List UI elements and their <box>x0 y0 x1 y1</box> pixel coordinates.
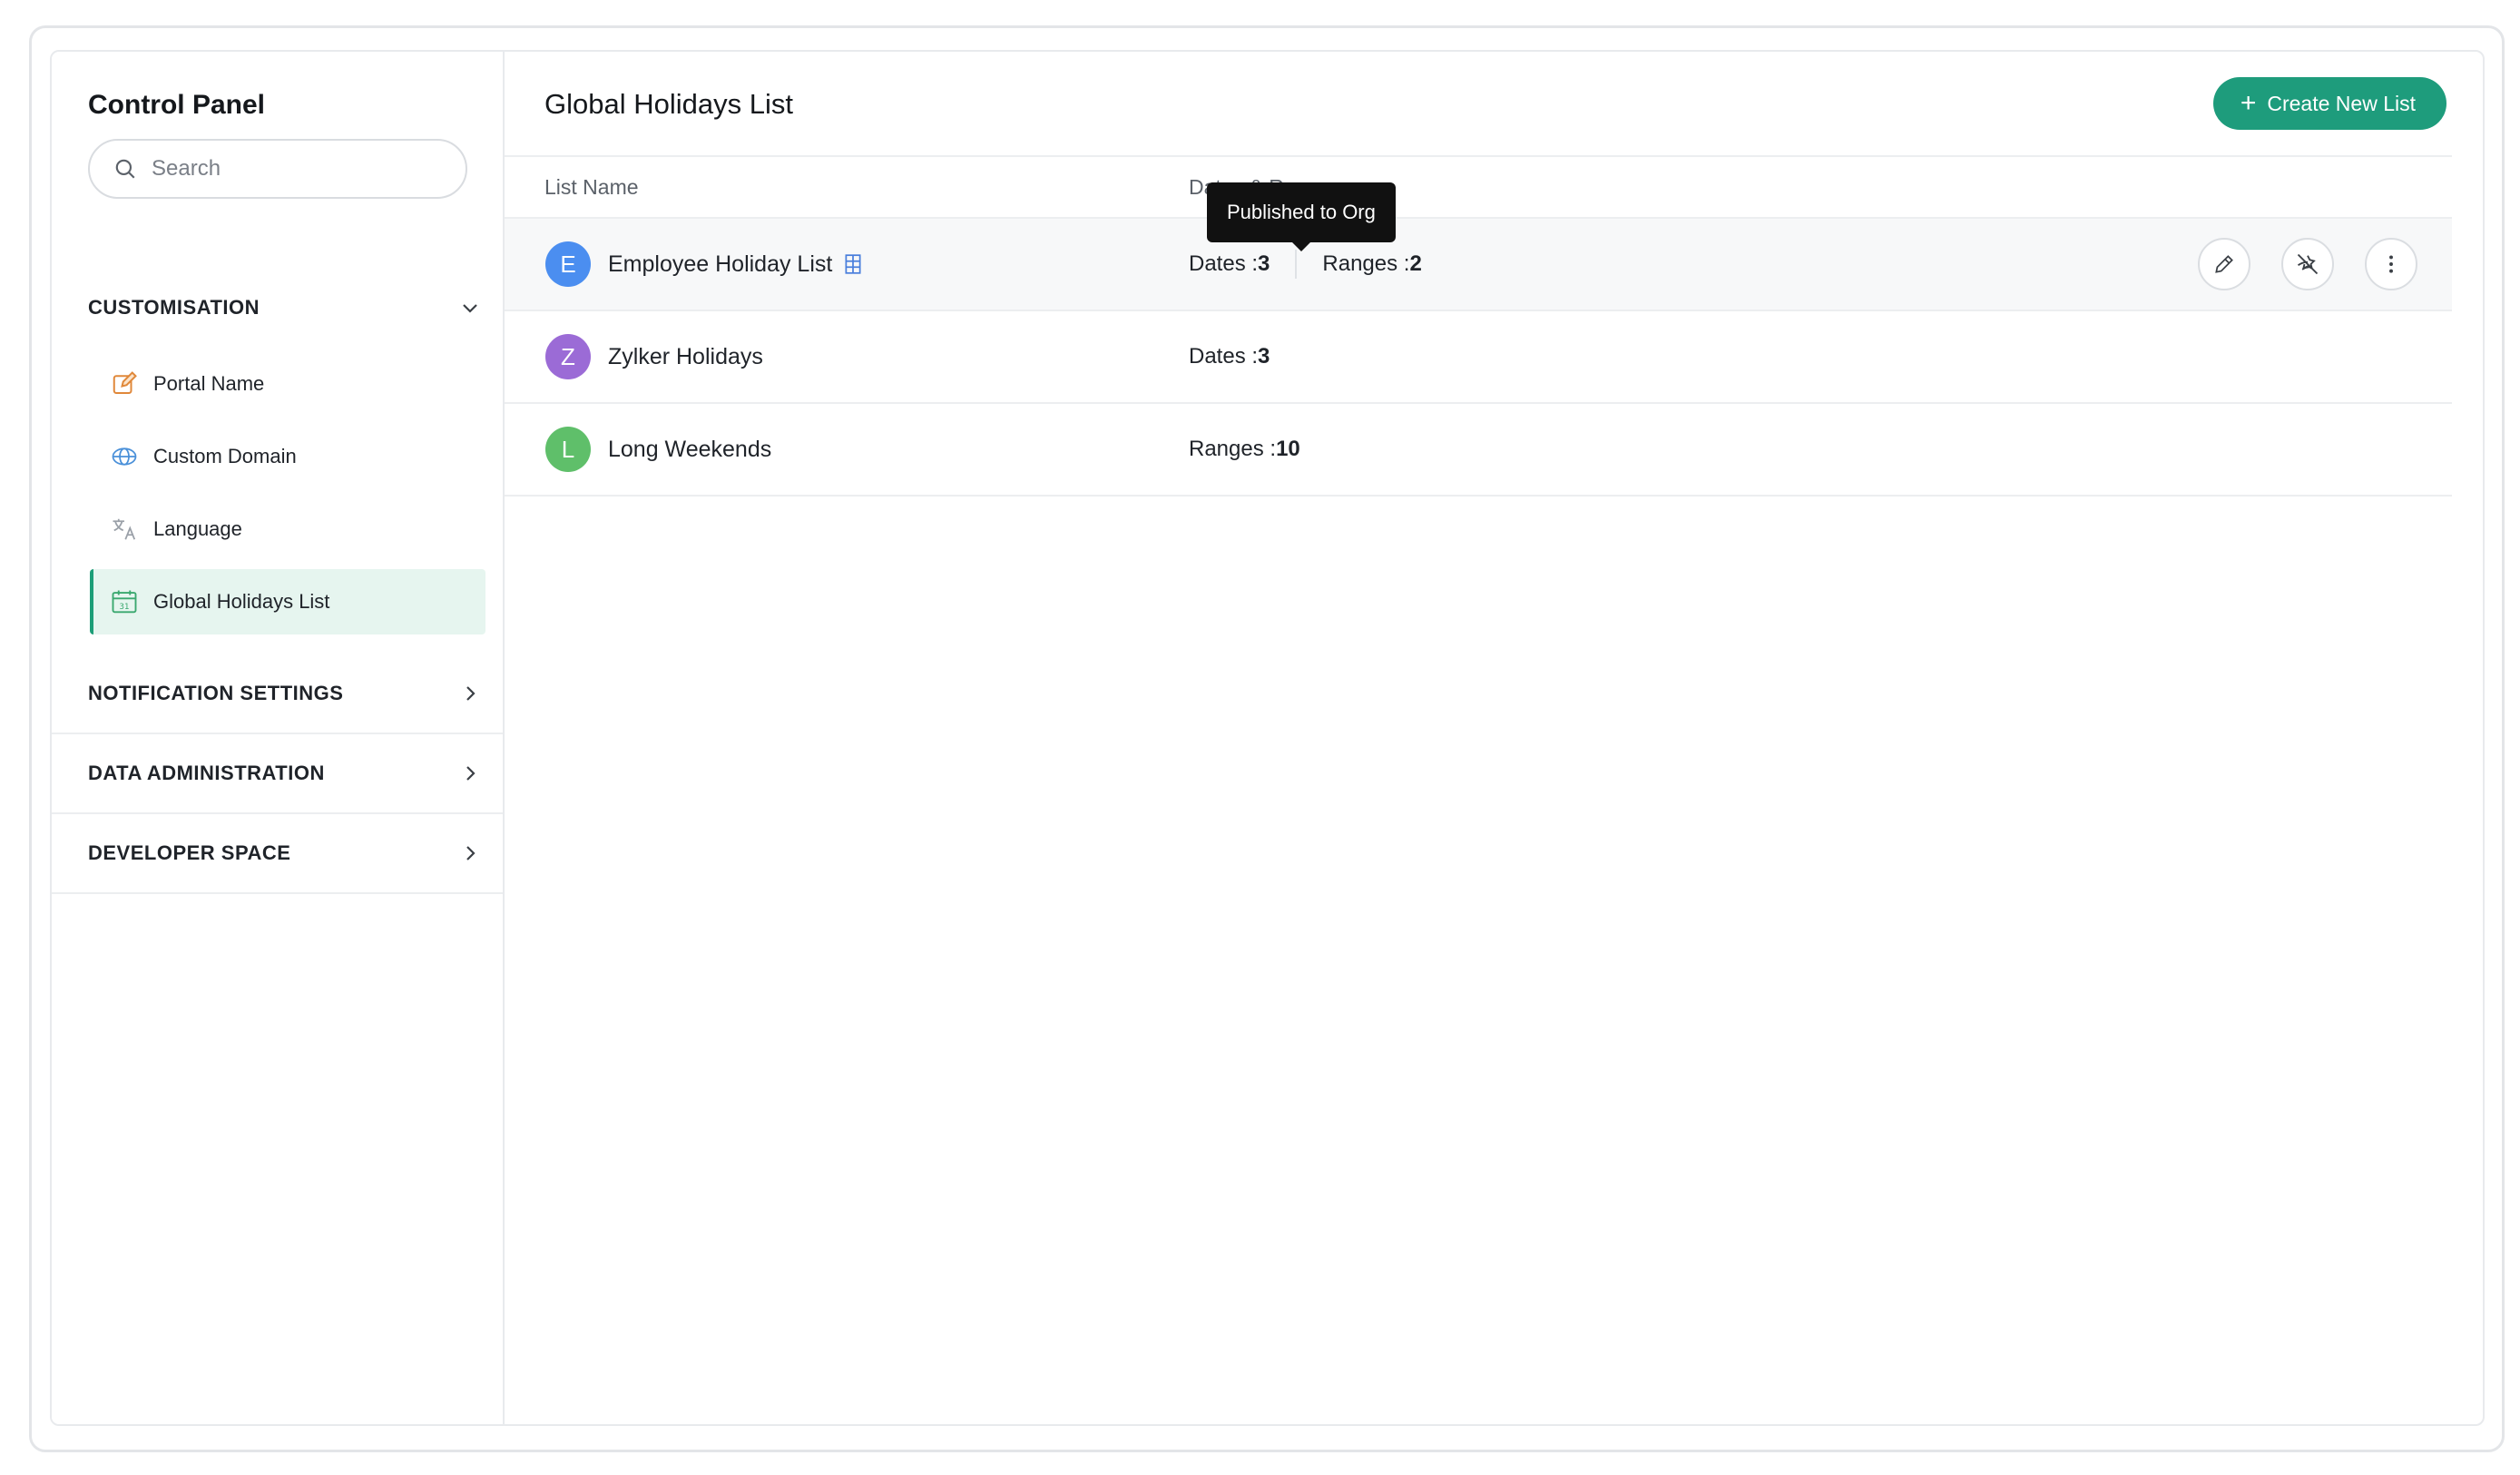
avatar: E <box>545 241 591 287</box>
app-window: Control Panel CUSTOMISATION Portal Name <box>29 25 2505 1452</box>
sidebar-item-label: Global Holidays List <box>153 590 330 613</box>
chevron-right-icon <box>466 686 476 701</box>
dates-value: 3 <box>1258 251 1270 276</box>
chevron-right-icon <box>466 846 476 860</box>
ranges-value: 2 <box>1409 251 1422 276</box>
table-row[interactable]: E Employee Holiday List Dates : 3 Ranges… <box>505 219 2452 311</box>
more-vertical-icon <box>2389 255 2393 273</box>
table-row[interactable]: Z Zylker Holidays Dates : 3 <box>505 311 2452 404</box>
ranges-value: 10 <box>1276 437 1300 461</box>
section-developer-space[interactable]: DEVELOPER SPACE <box>52 814 503 894</box>
building-icon[interactable] <box>843 253 863 275</box>
row-actions <box>2198 238 2417 290</box>
sidebar-item-label: Portal Name <box>153 372 265 395</box>
sidebar-item-portal-name[interactable]: Portal Name <box>90 351 485 417</box>
avatar: Z <box>545 334 591 379</box>
more-options-button[interactable] <box>2365 238 2417 290</box>
dates-label: Dates : <box>1189 344 1259 369</box>
page-title: Global Holidays List <box>544 88 793 120</box>
search-box[interactable] <box>88 139 467 199</box>
section-label: DATA ADMINISTRATION <box>88 762 325 784</box>
control-panel-container: Control Panel CUSTOMISATION Portal Name <box>50 50 2485 1426</box>
chevron-down-icon <box>463 304 477 313</box>
sidebar-item-language[interactable]: Language <box>90 497 485 562</box>
sidebar-item-global-holidays-list[interactable]: 31 Global Holidays List <box>90 569 485 634</box>
main-content: Global Holidays List + Create New List L… <box>505 52 2483 1424</box>
list-name: Employee Holiday List <box>608 251 863 278</box>
table-header: List Name Dates & Ranges <box>505 155 2452 219</box>
list-name: Long Weekends <box>608 437 771 463</box>
pencil-icon <box>2215 255 2233 273</box>
dates-ranges: Dates : 3 <box>1189 344 1270 369</box>
search-icon <box>115 159 135 179</box>
create-new-list-button[interactable]: + Create New List <box>2212 77 2446 130</box>
translate-icon <box>110 515 139 544</box>
globe-icon <box>110 442 139 471</box>
section-label: CUSTOMISATION <box>88 296 260 319</box>
edit-square-icon <box>110 369 139 398</box>
list-name: Zylker Holidays <box>608 344 763 370</box>
ranges-label: Ranges : <box>1189 437 1277 461</box>
dates-ranges: Ranges : 10 <box>1189 437 1300 462</box>
list-name-text: Employee Holiday List <box>608 251 833 277</box>
published-tooltip: Published to Org <box>1207 182 1396 251</box>
sidebar: Control Panel CUSTOMISATION Portal Name <box>52 52 505 1424</box>
divider <box>1295 250 1298 279</box>
svg-text:31: 31 <box>119 603 129 612</box>
list-name-text: Long Weekends <box>608 436 772 462</box>
dates-label: Dates : <box>1189 251 1259 276</box>
ranges-label: Ranges : <box>1322 251 1410 276</box>
unpublish-button[interactable] <box>2281 238 2334 290</box>
chevron-right-icon <box>466 766 476 781</box>
section-label: NOTIFICATION SETTINGS <box>88 682 344 704</box>
calendar-icon: 31 <box>110 587 139 616</box>
create-button-label: Create New List <box>2267 91 2416 115</box>
sidebar-title: Control Panel <box>88 90 266 120</box>
search-input[interactable] <box>152 156 442 182</box>
dates-value: 3 <box>1258 344 1270 369</box>
section-data-administration[interactable]: DATA ADMINISTRATION <box>52 734 503 814</box>
sidebar-item-custom-domain[interactable]: Custom Domain <box>90 424 485 489</box>
edit-button[interactable] <box>2198 238 2250 290</box>
unpublish-icon <box>2297 253 2319 275</box>
sidebar-item-label: Custom Domain <box>153 445 297 467</box>
table-row[interactable]: L Long Weekends Ranges : 10 <box>505 404 2452 497</box>
section-customisation[interactable]: CUSTOMISATION <box>52 282 503 333</box>
avatar: L <box>545 427 591 472</box>
section-label: DEVELOPER SPACE <box>88 841 291 864</box>
list-name-text: Zylker Holidays <box>608 343 763 369</box>
column-header-list-name: List Name <box>544 175 639 199</box>
dates-ranges: Dates : 3 Ranges : 2 <box>1189 250 1422 279</box>
section-notification-settings[interactable]: NOTIFICATION SETTINGS <box>52 654 503 734</box>
sidebar-item-label: Language <box>153 517 242 540</box>
plus-icon: + <box>2240 88 2257 118</box>
